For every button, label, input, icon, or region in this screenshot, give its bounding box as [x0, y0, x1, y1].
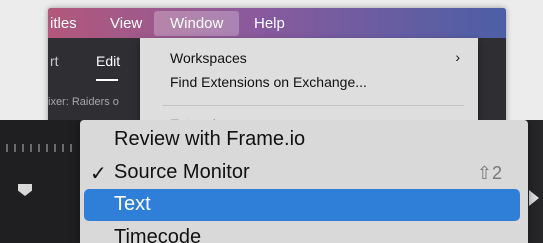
menu-item-timecode[interactable]: Timecode: [114, 226, 201, 243]
app-window-top: itles View Window Help rt Edit ixer: Rai…: [48, 8, 506, 126]
menu-item-text-highlight[interactable]: Text: [84, 189, 520, 221]
zoomed-menu-area: Review with Frame.io ✓ Source Monitor ⇧2…: [0, 120, 543, 243]
tab-edit[interactable]: Edit: [96, 53, 120, 69]
tab-export[interactable]: rt: [50, 53, 59, 69]
menu-help[interactable]: Help: [254, 15, 285, 32]
tab-edit-underline: [96, 79, 118, 81]
scroll-arrow-icon[interactable]: [529, 190, 539, 206]
menu-item-source-monitor[interactable]: Source Monitor: [114, 161, 250, 184]
menu-bar: itles View Window Help: [48, 8, 506, 38]
chevron-right-icon: ›: [455, 49, 460, 65]
menu-item-find-extensions[interactable]: Find Extensions on Exchange...: [170, 74, 367, 90]
menu-window[interactable]: Window: [154, 11, 240, 36]
menu-separator: [162, 105, 464, 106]
menu-item-workspaces[interactable]: Workspaces: [170, 50, 247, 66]
menu-item-text[interactable]: Text: [114, 193, 151, 216]
timeline-ruler: [0, 120, 80, 243]
window-menu-dropdown: Workspaces › Find Extensions on Exchange…: [140, 38, 478, 126]
menu-titles[interactable]: itles: [50, 15, 77, 32]
playhead-icon[interactable]: [18, 184, 32, 196]
audio-mixer-label: ixer: Raiders o: [48, 96, 119, 108]
ruler-ticks: [6, 144, 76, 152]
check-icon: ✓: [90, 163, 107, 185]
shortcut-source-monitor: ⇧2: [476, 163, 502, 183]
menu-item-review-frameio[interactable]: Review with Frame.io: [114, 128, 305, 151]
menu-view[interactable]: View: [110, 15, 142, 32]
window-menu-zoomed: Review with Frame.io ✓ Source Monitor ⇧2…: [80, 120, 528, 243]
screenshot-frame: itles View Window Help rt Edit ixer: Rai…: [0, 0, 543, 243]
